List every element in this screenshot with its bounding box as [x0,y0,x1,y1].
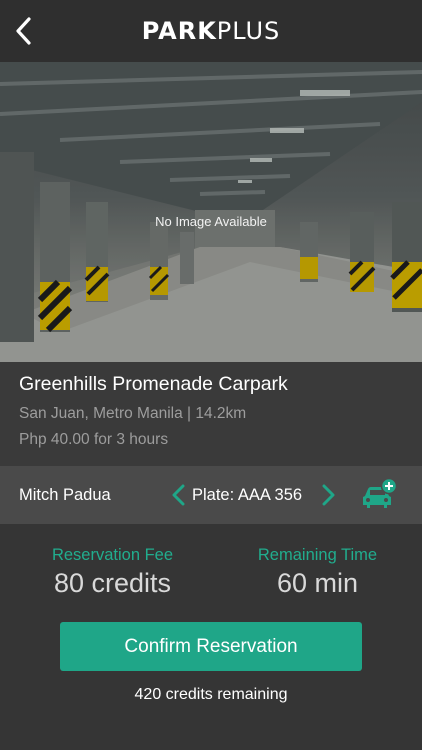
reservation-stats: Reservation Fee 80 credits Remaining Tim… [0,546,422,606]
reservation-fee-label: Reservation Fee [51,546,174,564]
carpark-image: No Image Available [0,62,422,362]
venue-name: Greenhills Promenade Carpark [19,373,288,395]
add-vehicle-button[interactable] [359,477,399,517]
confirm-reservation-button[interactable]: Confirm Reservation [60,622,362,671]
remaining-time: Remaining Time 60 min [212,546,422,599]
app-logo: PARKPLUS [142,17,281,45]
venue-rate: Php 40.00 for 3 hours [19,431,169,448]
credits-remaining: 420 credits remaining [134,686,288,703]
remaining-time-value: 60 min [276,568,359,598]
remaining-time-label: Remaining Time [257,546,378,564]
plate-label: Plate: AAA 356 [192,486,303,504]
chevron-right-icon [322,484,335,506]
back-button[interactable] [8,14,38,48]
venue-info: Greenhills Promenade Carpark San Juan, M… [0,362,422,466]
chevron-left-icon [16,17,31,45]
plate-next-button[interactable] [321,484,337,511]
logo-bold-text: PARK [141,17,217,45]
venue-location: San Juan, Metro Manila | 14.2km [19,405,247,422]
logo-light-text: PLUS [216,17,281,45]
user-name: Mitch Padua [19,485,111,504]
chevron-left-icon [172,484,185,506]
garage-illustration [0,62,422,362]
vehicle-row: Mitch Padua Plate: AAA 356 [0,466,422,524]
reservation-fee-value: 80 credits [53,568,172,598]
no-image-label: No Image Available [155,214,267,229]
app-header: PARKPLUS [0,0,422,62]
plate-prev-button[interactable] [170,484,186,511]
add-car-icon [363,477,398,508]
reservation-fee: Reservation Fee 80 credits [7,546,218,599]
